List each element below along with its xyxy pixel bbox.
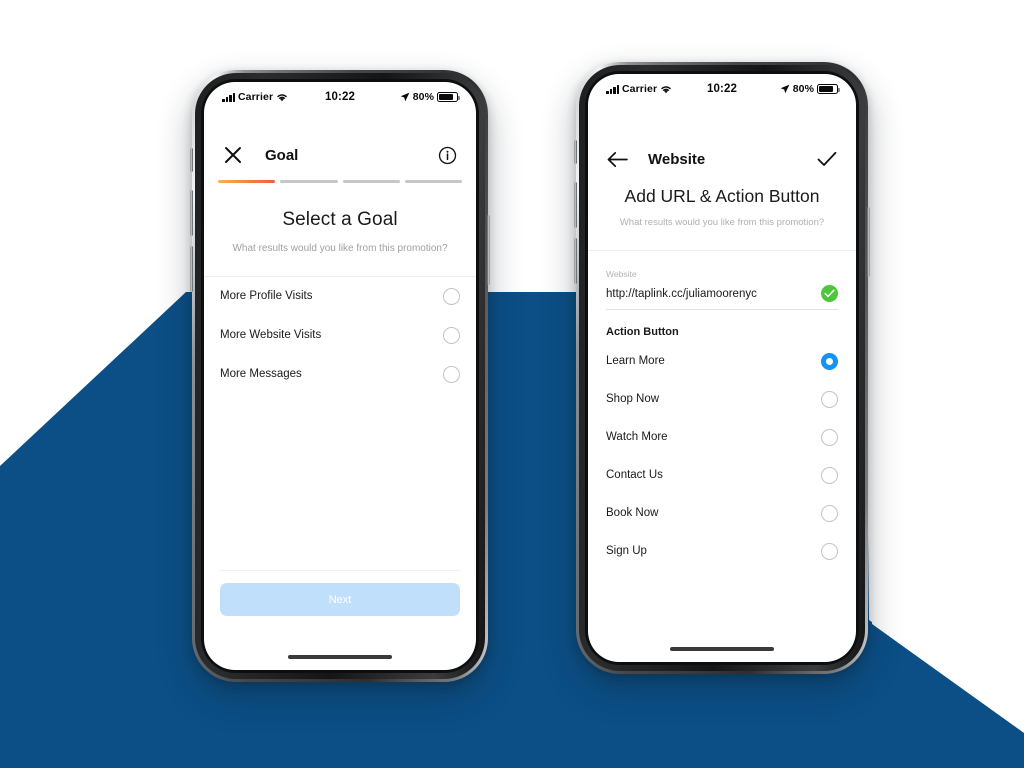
- carrier-label: Carrier: [622, 83, 658, 95]
- url-field-group: Website http://taplink.cc/juliamoorenyc: [588, 265, 856, 310]
- hero-subtitle: What results would you like from this pr…: [232, 242, 448, 254]
- divider: [220, 570, 460, 571]
- cta-container: Next: [204, 570, 476, 616]
- radio-button[interactable]: [821, 390, 838, 408]
- location-arrow-icon: [780, 84, 790, 94]
- battery-percent-label: 80%: [412, 91, 435, 103]
- radio-button-selected[interactable]: [821, 352, 838, 370]
- mockup-canvas: Carrier 10:22 80% Goal Select a Goal Wha…: [0, 0, 1024, 768]
- list-item[interactable]: Watch More: [606, 418, 838, 456]
- power-button[interactable]: [487, 215, 490, 285]
- home-indicator[interactable]: [670, 647, 774, 651]
- volume-up-button[interactable]: [190, 190, 193, 236]
- radio-button[interactable]: [821, 542, 838, 560]
- progress-step-3: [342, 180, 400, 183]
- wifi-icon: [277, 94, 287, 102]
- url-input-row[interactable]: http://taplink.cc/juliamoorenyc: [606, 285, 838, 310]
- option-label: Shop Now: [606, 393, 660, 405]
- action-button-option-list: Learn More Shop Now Watch More Contact U…: [588, 342, 856, 570]
- battery-icon: [437, 92, 461, 102]
- power-button[interactable]: [867, 207, 870, 277]
- battery-percent-label: 80%: [792, 83, 815, 95]
- radio-button[interactable]: [443, 326, 460, 344]
- list-item[interactable]: More Website Visits: [220, 316, 460, 355]
- status-right: 80%: [737, 83, 841, 95]
- signal-bars-icon: [606, 84, 619, 94]
- goal-option-list: More Profile Visits More Website Visits …: [204, 277, 476, 394]
- phone-device-website: Carrier 10:22 80% Website Add URL & Acti…: [574, 62, 870, 674]
- home-indicator[interactable]: [288, 655, 392, 659]
- battery-icon: [817, 84, 841, 94]
- option-label: More Website Visits: [220, 329, 322, 341]
- hero-title: Add URL & Action Button: [624, 186, 820, 206]
- list-item[interactable]: Book Now: [606, 494, 838, 532]
- next-button[interactable]: Next: [220, 583, 460, 616]
- location-arrow-icon: [400, 92, 410, 102]
- radio-button[interactable]: [821, 466, 838, 484]
- status-right: 80%: [355, 91, 461, 103]
- status-bar: Carrier 10:22 80%: [588, 74, 856, 98]
- radio-button[interactable]: [821, 504, 838, 522]
- progress-step-2: [280, 180, 338, 183]
- hero-subtitle: What results would you like from this pr…: [619, 217, 825, 228]
- option-label: More Profile Visits: [220, 290, 313, 302]
- silent-switch[interactable]: [190, 148, 193, 172]
- progress-step-4: [404, 180, 462, 183]
- option-label: Book Now: [606, 507, 659, 519]
- page-title: Website: [648, 150, 706, 168]
- volume-up-button[interactable]: [574, 182, 577, 228]
- radio-button[interactable]: [443, 287, 460, 305]
- option-label: Contact Us: [606, 469, 663, 481]
- nav-bar-website: Website: [588, 136, 856, 182]
- check-circle-icon: [821, 285, 838, 302]
- list-item[interactable]: More Profile Visits: [220, 277, 460, 316]
- option-label: Learn More: [606, 355, 665, 367]
- status-time: 10:22: [325, 91, 355, 103]
- status-left: Carrier: [606, 83, 707, 95]
- info-circle-icon[interactable]: [434, 142, 460, 168]
- wifi-icon: [661, 86, 671, 94]
- list-item[interactable]: Shop Now: [606, 380, 838, 418]
- list-item[interactable]: Learn More: [606, 342, 838, 380]
- status-left: Carrier: [222, 91, 325, 103]
- silent-switch[interactable]: [574, 140, 577, 164]
- background-shape: [0, 280, 1024, 768]
- checkmark-icon[interactable]: [814, 146, 840, 172]
- action-button-section-title: Action Button: [606, 326, 679, 338]
- option-label: More Messages: [220, 368, 302, 380]
- divider: [588, 250, 856, 251]
- hero-section-goal: Select a Goal What results would you lik…: [204, 183, 476, 276]
- list-item[interactable]: Sign Up: [606, 532, 838, 570]
- list-item[interactable]: Contact Us: [606, 456, 838, 494]
- option-label: Sign Up: [606, 545, 647, 557]
- page-title: Goal: [265, 146, 299, 164]
- nav-bar-goal: Goal: [204, 132, 476, 178]
- phone-device-goal: Carrier 10:22 80% Goal Select a Goal Wha…: [190, 70, 490, 682]
- hero-section-website: Add URL & Action Button What results wou…: [588, 182, 856, 240]
- radio-button[interactable]: [821, 428, 838, 446]
- radio-button[interactable]: [443, 365, 460, 383]
- carrier-label: Carrier: [238, 91, 274, 103]
- volume-down-button[interactable]: [190, 246, 193, 292]
- progress-step-1: [218, 180, 276, 183]
- list-item[interactable]: More Messages: [220, 355, 460, 394]
- screen-goal: Carrier 10:22 80% Goal Select a Goal Wha…: [204, 82, 476, 670]
- option-label: Watch More: [606, 431, 668, 443]
- signal-bars-icon: [222, 92, 235, 102]
- status-bar: Carrier 10:22 80%: [204, 82, 476, 106]
- hero-title: Select a Goal: [282, 208, 398, 230]
- close-icon[interactable]: [220, 142, 246, 168]
- arrow-left-icon[interactable]: [604, 146, 630, 172]
- screen-website: Carrier 10:22 80% Website Add URL & Acti…: [588, 74, 856, 662]
- volume-down-button[interactable]: [574, 238, 577, 284]
- status-time: 10:22: [707, 83, 737, 95]
- url-field-label: Website: [606, 269, 637, 279]
- url-input[interactable]: http://taplink.cc/juliamoorenyc: [606, 288, 813, 300]
